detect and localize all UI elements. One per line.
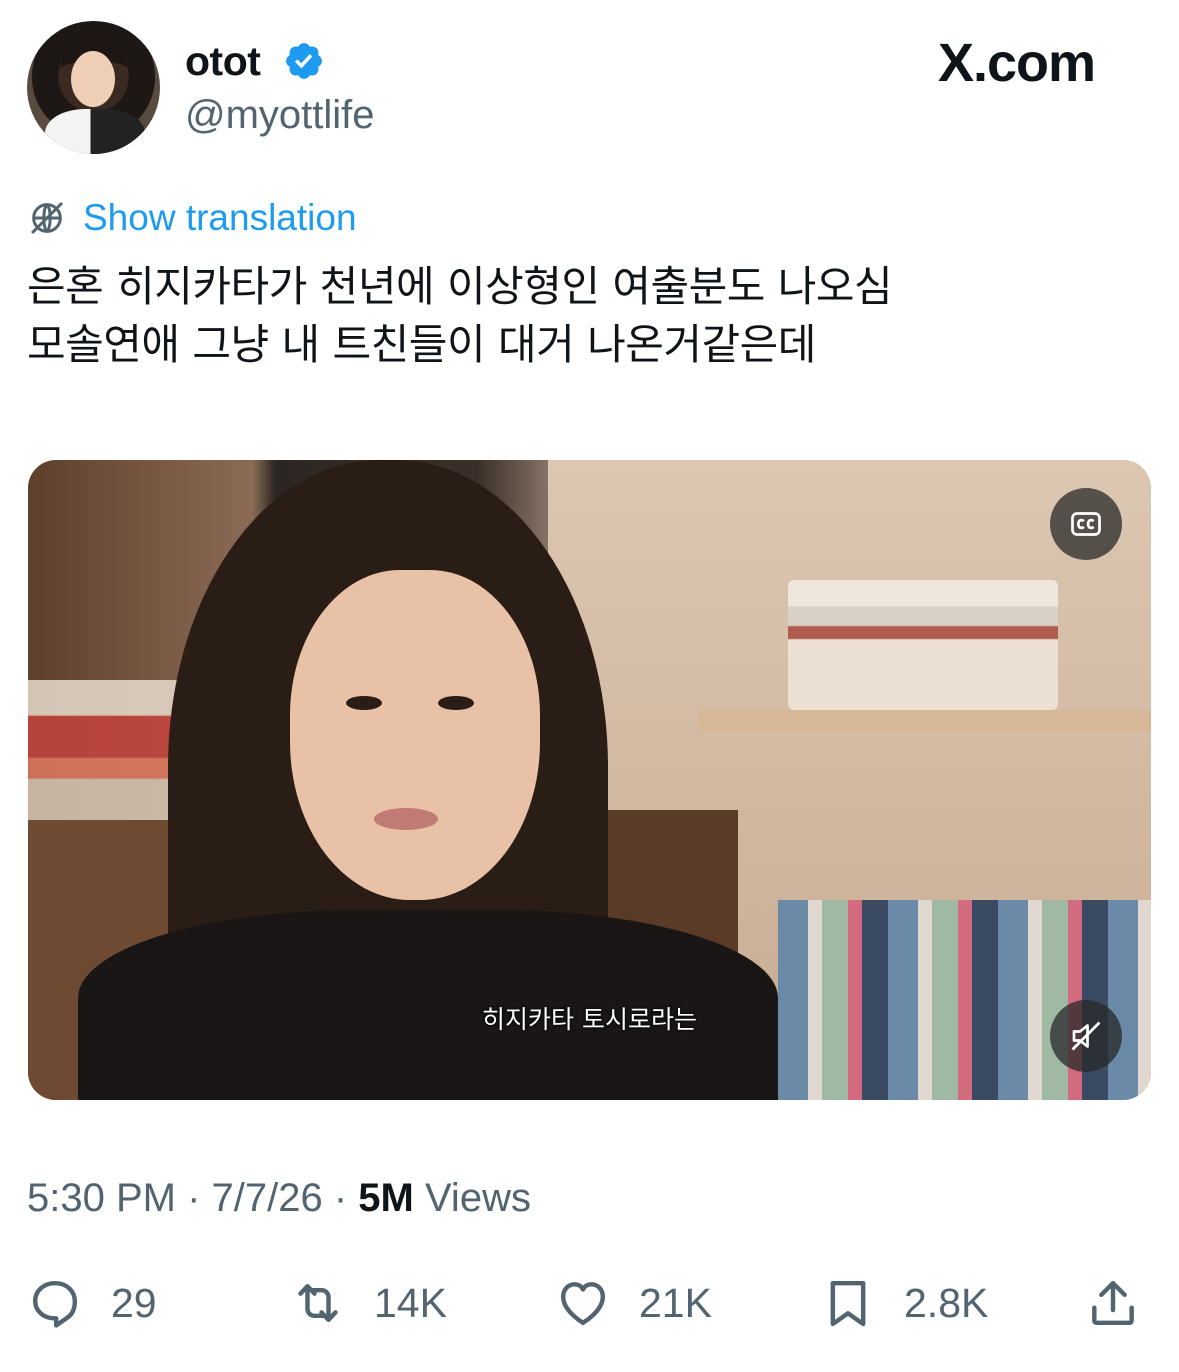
views-label: Views <box>413 1176 531 1220</box>
like-count: 21K <box>639 1279 712 1326</box>
repost-icon <box>298 1283 338 1323</box>
meta-separator: · <box>322 1176 359 1220</box>
bookmark-count: 2.8K <box>904 1279 989 1326</box>
display-name[interactable]: otot <box>185 38 261 85</box>
share-button[interactable] <box>1085 1268 1141 1338</box>
heart-icon <box>560 1282 606 1326</box>
tweet-text: 은혼 히지카타가 천년에 이상형인 여출분도 나오심 모솔연애 그냥 내 트친들… <box>27 258 1147 374</box>
mute-button[interactable] <box>1050 1000 1122 1072</box>
video-subtitle: 히지카타 토시로라는 <box>482 1005 697 1034</box>
closed-captions-button[interactable] <box>1050 488 1122 560</box>
reply-count: 29 <box>111 1279 157 1326</box>
video-person-mouth <box>374 808 438 830</box>
brand-logo: X.com <box>938 33 1096 93</box>
views-count: 5M <box>358 1176 414 1220</box>
repost-button[interactable]: 14K <box>290 1268 447 1338</box>
video-person-eye <box>438 696 474 710</box>
avatar-jacket <box>45 109 145 154</box>
avatar-face <box>71 51 115 107</box>
video-person-face <box>290 570 540 900</box>
bookmark-button[interactable]: 2.8K <box>820 1268 988 1338</box>
video-books-right <box>788 580 1058 710</box>
tweet-line: 모솔연애 그냥 내 트친들이 대거 나온거같은데 <box>27 320 816 369</box>
bookmark-icon <box>830 1280 866 1327</box>
closed-captions-icon <box>1071 512 1101 536</box>
repost-count: 14K <box>374 1279 447 1326</box>
avatar[interactable] <box>27 21 160 154</box>
video-person-eye <box>346 696 382 710</box>
action-bar: 29 14K 21K 2.8K <box>0 1268 1179 1338</box>
tweet-date[interactable]: 7/7/26 <box>212 1176 323 1220</box>
reply-button[interactable]: 29 <box>27 1268 157 1338</box>
muted-speaker-icon <box>1071 1021 1101 1051</box>
reply-icon <box>32 1280 78 1328</box>
show-translation-button[interactable]: Show translation <box>27 196 357 240</box>
tweet-meta: 5:30 PM · 7/7/26 · 5M Views <box>27 1176 531 1221</box>
like-button[interactable]: 21K <box>555 1268 712 1338</box>
tweet-time[interactable]: 5:30 PM <box>27 1176 176 1220</box>
show-translation-label: Show translation <box>83 197 357 238</box>
verified-badge-icon <box>286 43 322 79</box>
video-player[interactable]: 히지카타 토시로라는 <box>28 460 1151 1100</box>
user-handle[interactable]: @myottlife <box>185 93 375 138</box>
meta-separator: · <box>175 1176 212 1220</box>
video-side-table <box>698 710 1151 732</box>
share-icon <box>1092 1280 1134 1326</box>
tweet-line: 은혼 히지카타가 천년에 이상형인 여출분도 나오심 <box>27 262 893 311</box>
globe-slash-icon <box>30 201 64 235</box>
